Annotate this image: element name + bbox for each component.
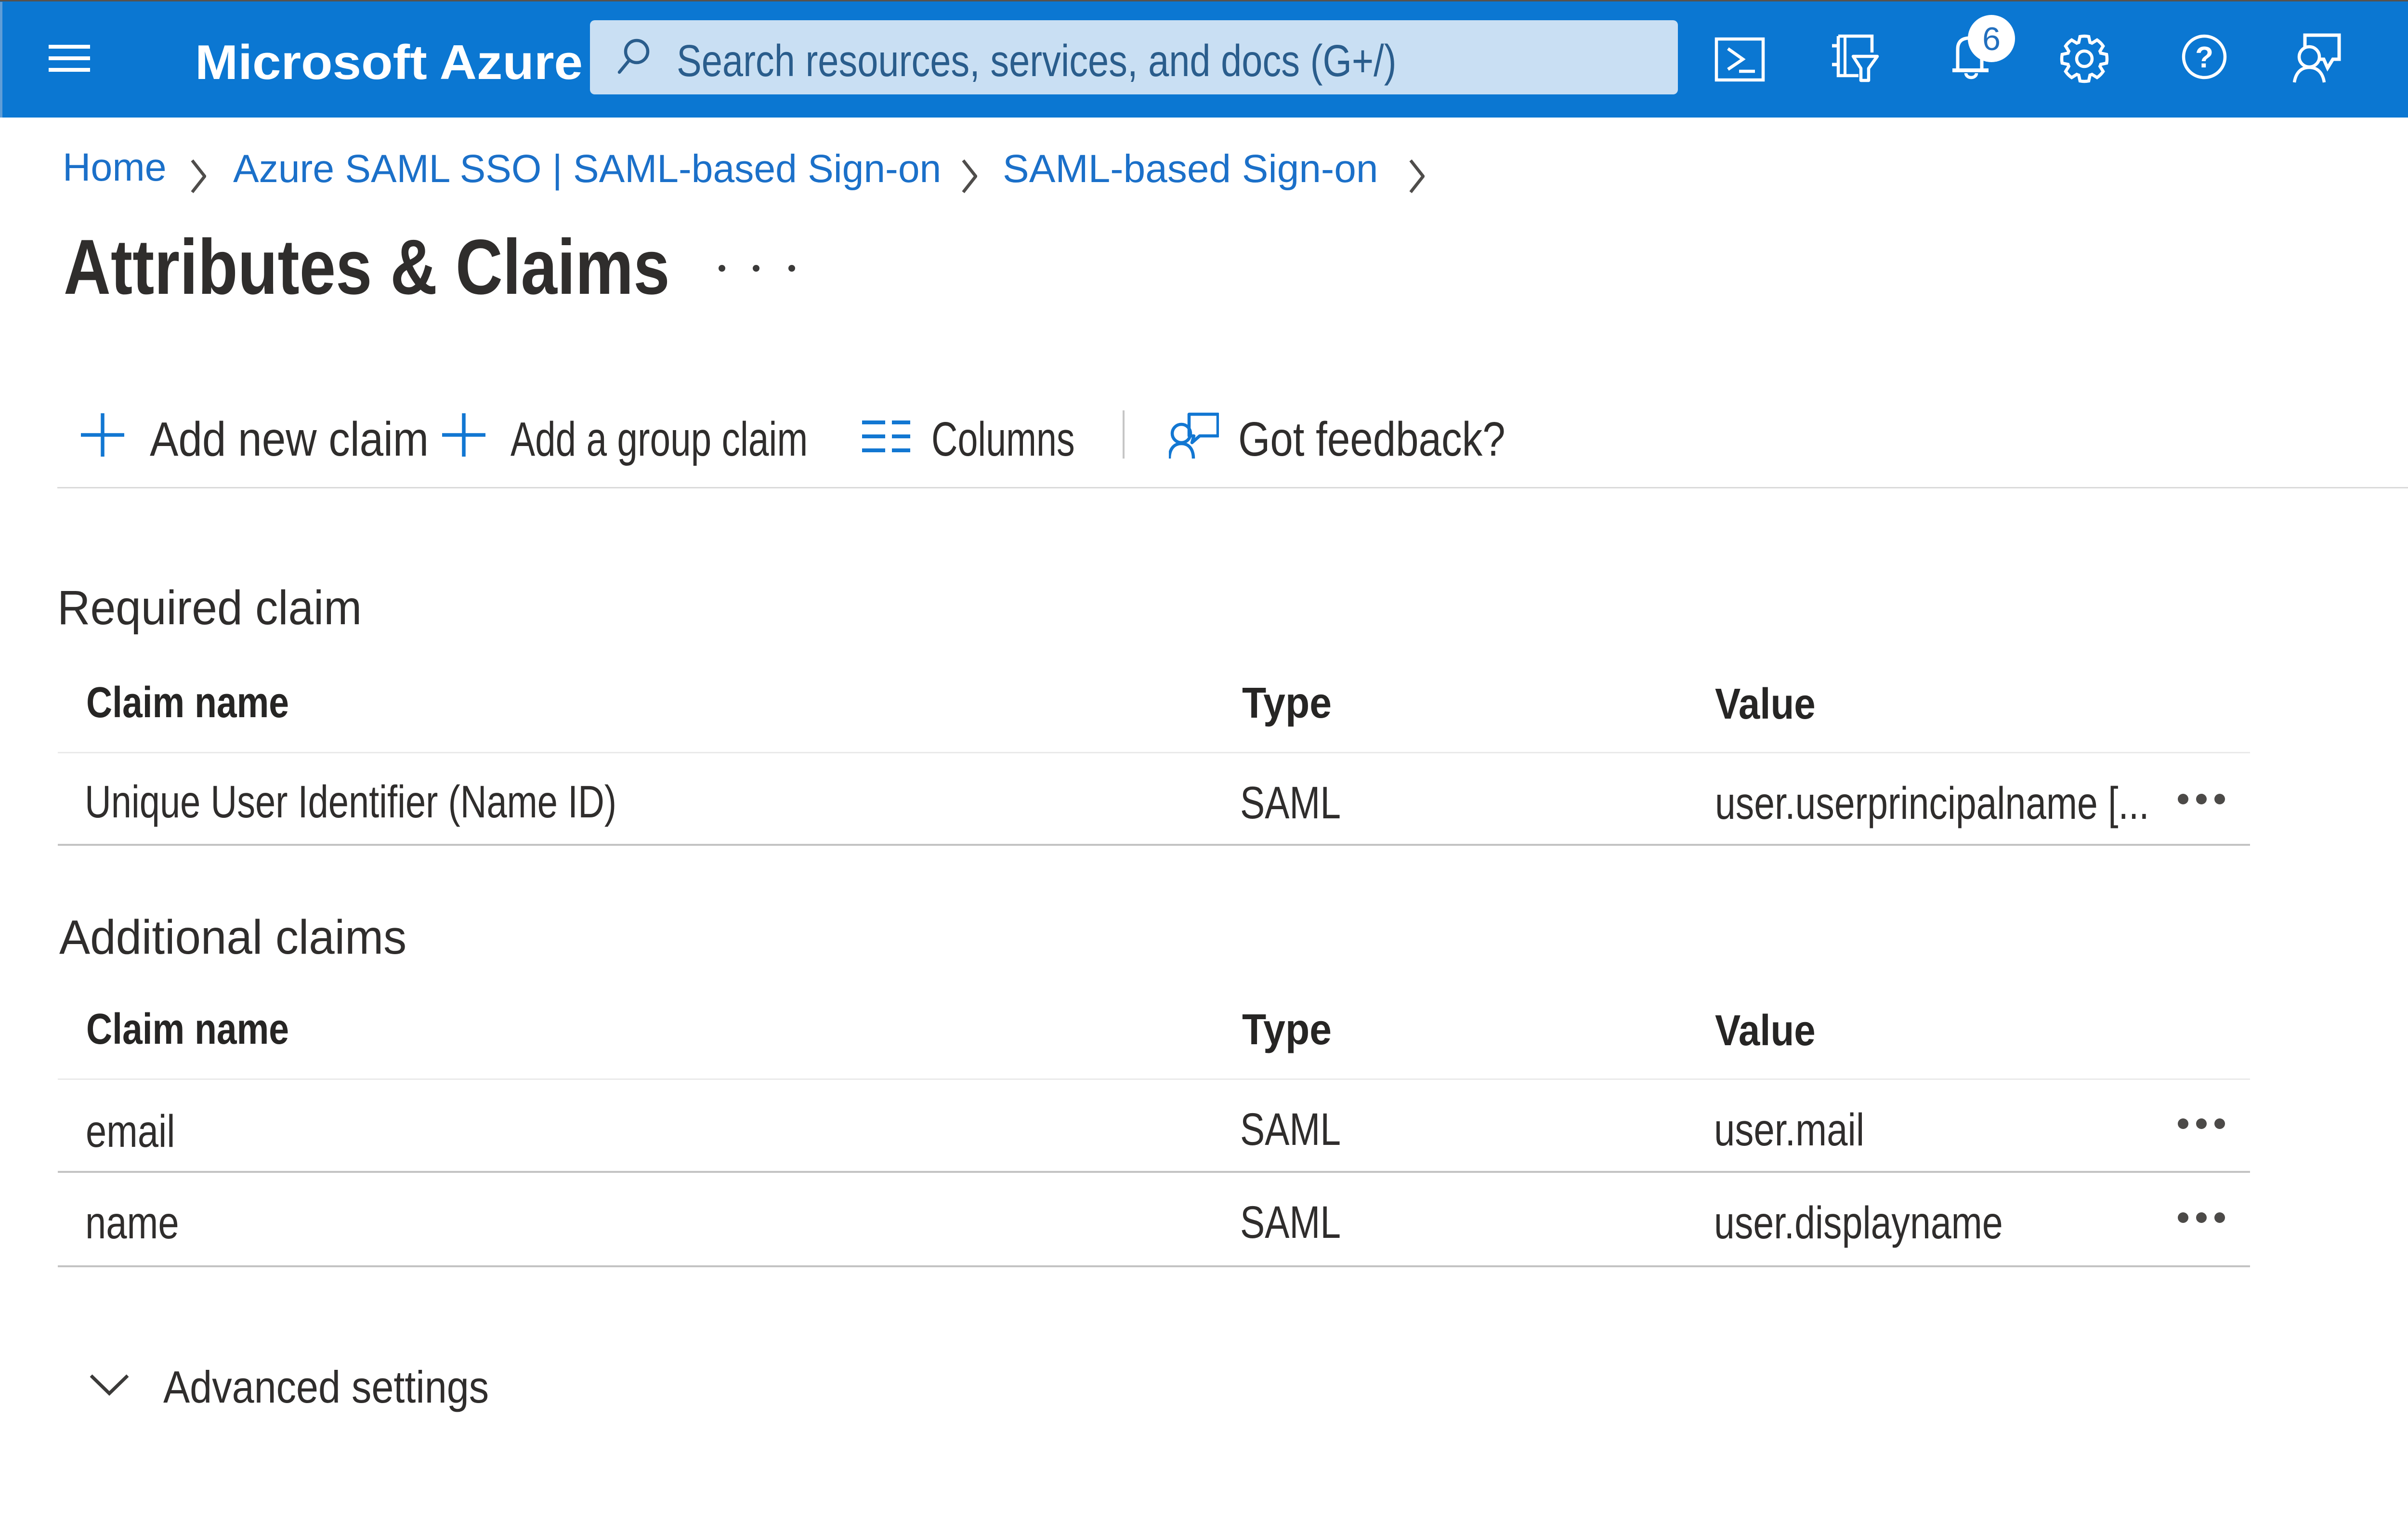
svg-text:6: 6 (1982, 21, 2001, 57)
svg-text:?: ? (2195, 41, 2213, 74)
